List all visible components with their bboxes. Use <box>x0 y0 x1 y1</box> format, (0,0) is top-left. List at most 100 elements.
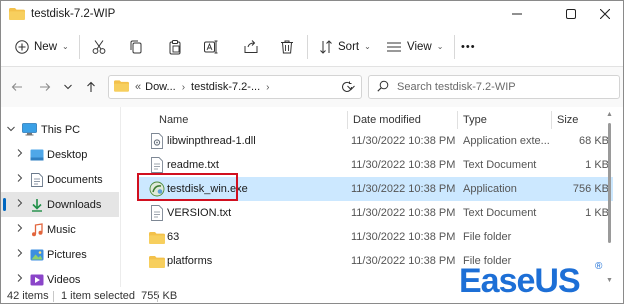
documents-icon <box>29 172 45 188</box>
text-file-icon <box>149 157 165 173</box>
share-icon <box>243 39 259 55</box>
column-header-type[interactable]: Type <box>463 114 487 126</box>
paste-button[interactable] <box>167 33 183 61</box>
status-divider <box>53 291 54 302</box>
breadcrumb-overflow[interactable]: « <box>135 81 141 93</box>
copy-icon <box>128 39 144 55</box>
file-name: VERSION.txt <box>167 207 232 219</box>
file-type: Application exte... <box>463 135 550 147</box>
address-bar[interactable]: « Dow... › testdisk-7.2-... › <box>108 75 362 99</box>
column-divider[interactable] <box>457 111 458 129</box>
sidebar-item-music[interactable]: Music <box>1 217 119 242</box>
refresh-button[interactable] <box>341 81 353 96</box>
logo-mark: ® <box>595 261 603 272</box>
sidebar-item-downloads[interactable]: Downloads <box>1 192 119 217</box>
file-name: 63 <box>167 231 180 243</box>
new-label: New <box>34 40 58 53</box>
column-header-row: Name Date modified Type Size <box>123 109 617 131</box>
breadcrumb-item[interactable]: testdisk-7.2-... <box>191 81 260 93</box>
text-file-icon <box>149 205 165 221</box>
file-date: 11/30/2022 10:38 PM <box>351 255 456 267</box>
sidebar-item-documents[interactable]: Documents <box>1 167 119 192</box>
cut-button[interactable] <box>91 33 107 61</box>
chevron-right-icon[interactable] <box>15 199 25 210</box>
close-button[interactable] <box>585 1 623 27</box>
sidebar-item-desktop[interactable]: Desktop <box>1 142 119 167</box>
arrow-up-icon <box>87 81 95 92</box>
separator <box>307 35 308 59</box>
chevron-right-icon[interactable] <box>15 174 25 185</box>
more-icon: ••• <box>461 40 476 53</box>
file-date: 11/30/2022 10:38 PM <box>351 231 456 243</box>
scroll-down-icon[interactable]: ▼ <box>606 277 613 284</box>
dll-file-icon <box>149 133 165 149</box>
file-type: File folder <box>463 231 512 243</box>
folder-icon <box>9 8 25 20</box>
sidebar-item-this-pc[interactable]: This PC <box>1 117 119 142</box>
chevron-right-icon[interactable] <box>15 149 25 160</box>
delete-button[interactable] <box>279 33 295 61</box>
new-button[interactable]: New ⌄ <box>15 33 69 61</box>
search-input[interactable] <box>397 81 607 93</box>
column-divider[interactable] <box>347 111 348 129</box>
sort-icon <box>319 39 333 54</box>
pane-divider[interactable] <box>120 107 121 287</box>
scroll-up-icon[interactable]: ▲ <box>606 111 613 118</box>
file-row[interactable]: 63 11/30/2022 10:38 PM File folder <box>139 225 613 249</box>
view-button[interactable]: View ⌄ <box>386 33 443 61</box>
rename-icon <box>203 39 219 55</box>
breadcrumb-item[interactable]: Dow... <box>145 81 176 93</box>
file-date: 11/30/2022 10:38 PM <box>351 207 456 219</box>
column-header-date[interactable]: Date modified <box>353 114 421 126</box>
forward-button[interactable] <box>34 76 56 98</box>
column-divider[interactable] <box>551 111 552 129</box>
share-button[interactable] <box>243 33 259 61</box>
more-options-button[interactable]: ••• <box>461 33 476 61</box>
minimize-button[interactable] <box>497 1 537 27</box>
chevron-right-icon[interactable] <box>15 249 25 260</box>
recent-locations-button[interactable] <box>57 76 79 98</box>
rename-button[interactable] <box>203 33 219 61</box>
trash-icon <box>279 39 295 55</box>
file-type: Text Document <box>463 207 537 219</box>
chevron-down-icon: ⌄ <box>436 42 444 51</box>
desktop-icon <box>29 147 45 163</box>
search-icon <box>377 80 389 95</box>
pictures-icon <box>29 247 45 263</box>
navigation-pane: This PC Desktop Documents Downloads Musi… <box>1 107 119 287</box>
file-name: libwinpthread-1.dll <box>167 135 256 147</box>
selection-info: 1 item selected 755 KB <box>61 290 178 302</box>
file-row[interactable]: VERSION.txt 11/30/2022 10:38 PM Text Doc… <box>139 201 613 225</box>
arrow-left-icon <box>11 83 22 91</box>
pc-icon <box>21 122 37 138</box>
explorer-window: testdisk-7.2-WIP New ⌄ Sort ⌄ View ⌄ •••… <box>0 0 624 304</box>
sidebar-item-label: Music <box>47 223 76 236</box>
selection-indicator <box>3 198 6 211</box>
file-row[interactable]: libwinpthread-1.dll 11/30/2022 10:38 PM … <box>139 129 613 153</box>
file-date: 11/30/2022 10:38 PM <box>351 135 456 147</box>
sidebar-item-pictures[interactable]: Pictures <box>1 242 119 267</box>
close-icon <box>600 9 610 19</box>
chevron-right-icon[interactable] <box>15 224 25 235</box>
column-header-name[interactable]: Name <box>159 114 188 126</box>
chevron-down-icon: ⌄ <box>364 42 371 51</box>
sort-button[interactable]: Sort ⌄ <box>319 33 371 61</box>
logo-text: EaseUS <box>459 262 580 299</box>
file-name: platforms <box>167 255 213 267</box>
back-button[interactable] <box>6 76 28 98</box>
folder-icon <box>114 79 129 95</box>
clipboard-icon <box>167 39 183 55</box>
file-type: Application <box>463 183 517 195</box>
column-header-size[interactable]: Size <box>557 114 578 126</box>
highlight-annotation <box>137 173 238 201</box>
chevron-right-icon[interactable] <box>15 274 25 285</box>
copy-button[interactable] <box>128 33 144 61</box>
search-box[interactable] <box>368 75 620 99</box>
chevron-right-icon: › <box>181 81 186 93</box>
scrollbar-thumb[interactable] <box>608 123 611 243</box>
folder-icon <box>149 253 165 269</box>
videos-icon <box>29 272 45 288</box>
chevron-down-icon[interactable] <box>6 124 16 135</box>
file-size: 756 KB <box>572 183 609 195</box>
up-button[interactable] <box>80 76 102 98</box>
